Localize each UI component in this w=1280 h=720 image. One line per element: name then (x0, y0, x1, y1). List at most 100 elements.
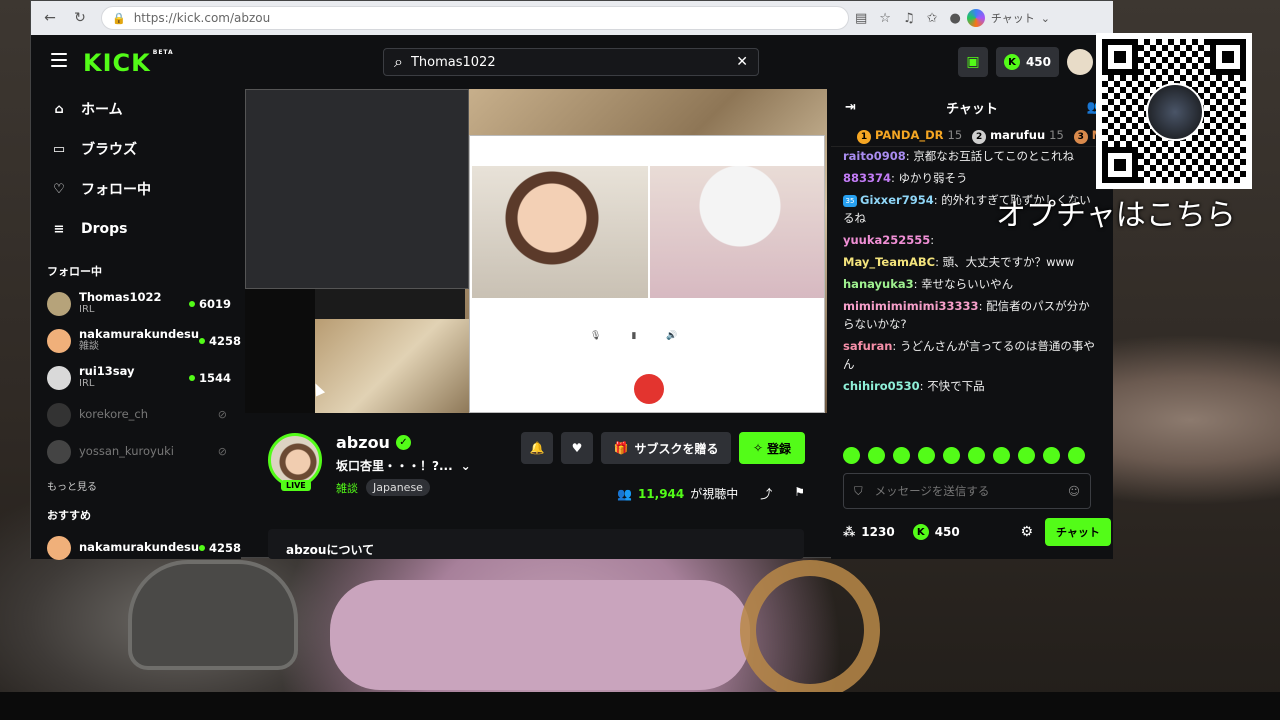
leader-count: 15 (1049, 127, 1064, 142)
chat-username[interactable]: hanayuka3 (843, 277, 914, 291)
video-dark-area (245, 289, 315, 413)
leaderboard-item[interactable]: 1 PANDA_DR 15 (857, 128, 962, 144)
emote-icon[interactable] (1018, 447, 1035, 464)
back-icon[interactable]: ← (39, 7, 61, 29)
chat-coins[interactable]: K 450 (912, 524, 960, 540)
chat-separator: : (935, 255, 943, 269)
chat-username[interactable]: mimimimimimi33333 (843, 299, 979, 313)
search-input[interactable] (410, 54, 737, 70)
notification-bell-button[interactable]: 🔔 (521, 432, 553, 464)
nav-drops[interactable]: ≡ Drops (31, 209, 241, 249)
chat-send-button[interactable]: チャット (1045, 518, 1111, 546)
collapse-chat-icon[interactable]: ⇥ (845, 100, 856, 115)
coin-icon: K (912, 524, 929, 540)
gear-icon[interactable]: ⚙ (1020, 524, 1033, 540)
gift-icon: 🎁 (613, 441, 629, 455)
leaderboard-item[interactable]: 2 marufuu 15 (972, 128, 1064, 144)
subscribe-label: 登録 (767, 441, 792, 456)
reader-icon[interactable]: ▤ (855, 11, 867, 26)
chat-text: ゆかり弱そう (898, 171, 968, 185)
user-avatar[interactable] (1067, 49, 1093, 75)
video-player[interactable]: 🎙 ▮ 🔊 (245, 89, 827, 413)
share-icon[interactable]: ⤴ (760, 485, 772, 502)
chat-message: 883374: ゆかり弱そう (843, 169, 1099, 187)
subscribe-button[interactable]: ✧ 登録 (739, 432, 805, 464)
favorite-icon[interactable]: ☆ (879, 11, 891, 26)
following-heading: フォロー中 (47, 265, 102, 278)
chat-username[interactable]: May_TeamABC (843, 255, 935, 269)
emote-icon[interactable] (1068, 447, 1085, 464)
follow-button[interactable]: ♥ (561, 432, 593, 464)
rank-badge: 1 (857, 129, 871, 144)
clear-search-icon[interactable]: ✕ (736, 54, 748, 70)
emoji-icon[interactable]: ☺ (1068, 484, 1080, 498)
channel-korekore-ch[interactable]: korekore_ch ⊘ (31, 396, 241, 433)
avatar (47, 365, 71, 390)
chat-username[interactable]: raito0908 (843, 149, 906, 163)
channel-rui13say[interactable]: rui13say IRL 1544 (31, 359, 241, 396)
language-tag[interactable]: Japanese (366, 479, 430, 496)
channel-recommended[interactable]: nakamurakundesu 4258 (31, 529, 241, 566)
chevron-down-icon[interactable]: ⌄ (461, 459, 471, 473)
home-icon: ⌂ (54, 101, 64, 117)
coin-icon: K (1003, 54, 1020, 70)
nav-home[interactable]: ⌂ ホーム (31, 89, 241, 129)
viewer-suffix: が視聴中 (690, 487, 739, 501)
nav-following[interactable]: ♡ フォロー中 (31, 169, 241, 209)
profile-icon[interactable]: ● (950, 11, 961, 26)
gift-sub-button[interactable]: 🎁 サブスクを贈る (601, 432, 731, 464)
menu-icon[interactable] (51, 53, 67, 67)
kick-logo[interactable]: KICK BETA (83, 49, 174, 77)
drops-icon: ≡ (53, 221, 65, 237)
report-icon[interactable]: ⚑ (794, 485, 805, 502)
channel-thomas1022[interactable]: Thomas1022 IRL 6019 (31, 285, 241, 322)
recommended-heading: おすすめ (47, 509, 91, 522)
chat-username[interactable]: chihiro0530 (843, 379, 920, 393)
viewers-icon: 👥 (617, 486, 632, 501)
channel-nakamurakundesu[interactable]: nakamurakundesu 雑談 4258 (31, 322, 241, 359)
chat-username[interactable]: 883374 (843, 171, 891, 185)
channel-yossan-kuroyuki[interactable]: yossan_kuroyuki ⊘ (31, 433, 241, 470)
address-bar[interactable]: 🔒 https://kick.com/abzou (101, 6, 849, 30)
copilot-button[interactable]: チャット ⌄ (966, 9, 1050, 27)
favorites-icon[interactable]: ✩ (927, 11, 938, 26)
offline-icon: ⊘ (217, 408, 227, 421)
bell-icon: 🔔 (529, 441, 545, 455)
gift-icon[interactable]: ▣ (957, 47, 988, 77)
kick-header: KICKBETA ⌕ ✕ ▣ K 450 (31, 35, 1113, 89)
emote-icon[interactable] (943, 447, 960, 464)
coins-button[interactable]: K 450 (995, 47, 1059, 77)
emote-icon[interactable] (918, 447, 935, 464)
chat-text: 不快で下品 (927, 379, 985, 393)
nav-following-label: フォロー中 (81, 182, 151, 198)
chat-username[interactable]: safuran (843, 339, 892, 353)
shield-icon[interactable]: ⛉ (854, 484, 863, 499)
chat-username[interactable]: yuuka252555 (843, 233, 930, 247)
avatar (47, 402, 71, 427)
emote-bar (843, 447, 1085, 464)
copilot-icon (966, 9, 985, 27)
emote-icon[interactable] (893, 447, 910, 464)
emote-icon[interactable] (993, 447, 1010, 464)
emote-icon[interactable] (868, 447, 885, 464)
emote-icon[interactable] (968, 447, 985, 464)
show-more-link[interactable]: もっと見る (31, 470, 241, 493)
streamer-avatar[interactable] (268, 433, 322, 487)
live-dot-icon (199, 544, 206, 551)
avatar (47, 439, 71, 464)
reload-icon[interactable]: ↻ (69, 7, 91, 29)
chat-message: hanayuka3: 幸せならいいやん (843, 275, 1099, 293)
stream-info: LIVE abzou ✓ 坂口杏里・・・！?... ⌄ 雑談 Japanese … (245, 413, 827, 559)
chat-message: mimimimimimi33333: 配信者のパスが分からないかな? (843, 297, 1099, 333)
chat-input[interactable] (874, 484, 1056, 498)
sub-badge-icon: 35 (843, 194, 857, 207)
emote-icon[interactable] (1043, 447, 1060, 464)
category-link[interactable]: 雑談 (336, 480, 358, 496)
emote-icon[interactable] (843, 447, 860, 464)
channel-points[interactable]: ⁂ 1230 (843, 525, 895, 539)
chat-username[interactable]: Gixxer7954 (860, 193, 934, 207)
extensions-icon[interactable]: ♫ (903, 11, 915, 26)
nav-browse[interactable]: ▭ ブラウズ (31, 129, 241, 169)
streamer-name[interactable]: abzou (336, 433, 390, 452)
coins-count: 450 (934, 525, 960, 539)
